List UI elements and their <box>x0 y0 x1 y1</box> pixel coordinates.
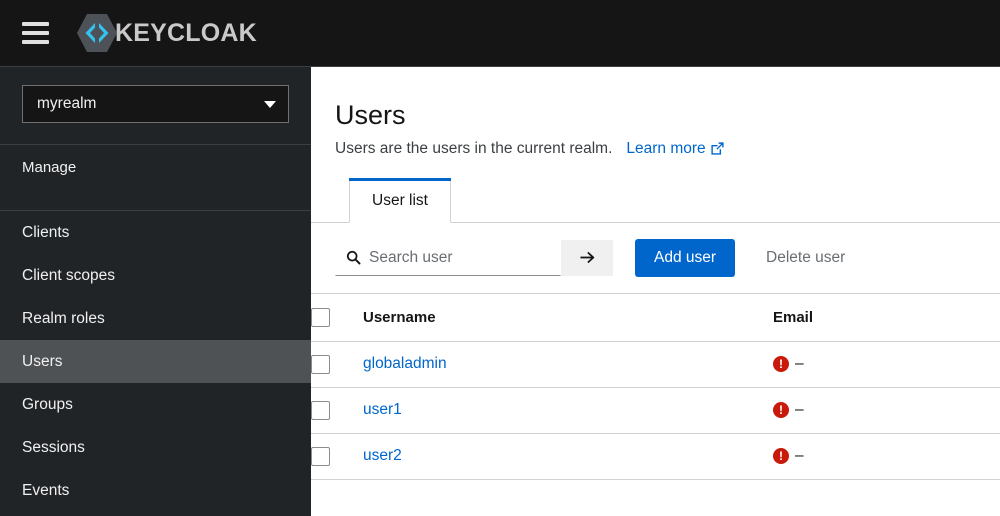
keycloak-admin-console: KEYCLOAK myrealm Manage Clients Client s… <box>0 0 1000 516</box>
main-content: Users Users are the users in the current… <box>311 67 1000 516</box>
user-list-table: Username Email globaladmin <box>311 293 1000 480</box>
table-head: Username Email <box>311 293 1000 341</box>
learn-more-label: Learn more <box>626 140 705 158</box>
table-body: globaladmin ! – <box>311 341 1000 479</box>
toolbar: Add user Delete user <box>311 223 1000 293</box>
user-link[interactable]: user1 <box>363 401 402 418</box>
select-all-cell <box>311 293 363 341</box>
cell-username: user1 <box>363 387 773 433</box>
external-link-icon <box>710 141 725 156</box>
cell-username: user2 <box>363 433 773 479</box>
error-circle-icon: ! <box>773 356 789 372</box>
column-header-username[interactable]: Username <box>363 293 773 341</box>
user-link[interactable]: globaladmin <box>363 355 447 372</box>
email-value: – <box>795 447 804 465</box>
column-header-email[interactable]: Email <box>773 293 1000 341</box>
email-wrapper: ! – <box>773 401 1000 419</box>
cell-email: ! – <box>773 341 1000 387</box>
table-row: user1 ! – <box>311 387 1000 433</box>
chevron-down-icon <box>264 101 276 108</box>
realm-selector-value: myrealm <box>37 95 96 113</box>
learn-more-link[interactable]: Learn more <box>626 140 724 158</box>
table-row: globaladmin ! – <box>311 341 1000 387</box>
row-select-cell <box>311 433 363 479</box>
masthead: KEYCLOAK <box>0 0 1000 67</box>
sidebar-item-client-scopes[interactable]: Client scopes <box>0 254 311 297</box>
search-input[interactable] <box>369 249 552 267</box>
error-circle-icon: ! <box>773 448 789 464</box>
email-value: – <box>795 355 804 373</box>
cell-email: ! – <box>773 433 1000 479</box>
search-submit-button[interactable] <box>561 240 613 276</box>
brand-name: KEYCLOAK <box>115 21 257 46</box>
sidebar-item-realm-roles[interactable]: Realm roles <box>0 297 311 340</box>
page-subtitle-row: Users are the users in the current realm… <box>335 140 1000 158</box>
hamburger-bar <box>22 40 49 44</box>
row-checkbox[interactable] <box>311 355 330 374</box>
brand-logo[interactable]: KEYCLOAK <box>76 13 257 53</box>
error-circle-icon: ! <box>773 402 789 418</box>
tab-bar: User list <box>311 177 1000 223</box>
hamburger-bar <box>22 22 49 26</box>
select-all-checkbox[interactable] <box>311 308 330 327</box>
email-wrapper: ! – <box>773 355 1000 373</box>
hamburger-menu-icon[interactable] <box>12 10 58 56</box>
page-title: Users <box>335 101 1000 131</box>
cell-email: ! – <box>773 387 1000 433</box>
sidebar-item-users[interactable]: Users <box>0 340 311 383</box>
sidebar-item-sessions[interactable]: Sessions <box>0 426 311 469</box>
search-field[interactable] <box>335 240 561 276</box>
sidebar-item-clients[interactable]: Clients <box>0 211 311 254</box>
sidebar-item-events[interactable]: Events <box>0 469 311 512</box>
row-checkbox[interactable] <box>311 401 330 420</box>
sidebar-item-groups[interactable]: Groups <box>0 383 311 426</box>
realm-selector[interactable]: myrealm <box>22 85 289 123</box>
page-header: Users Users are the users in the current… <box>311 67 1000 158</box>
cell-username: globaladmin <box>363 341 773 387</box>
row-select-cell <box>311 341 363 387</box>
sidebar-section-manage: Manage <box>0 145 311 189</box>
keycloak-logo-icon <box>76 13 118 53</box>
row-checkbox[interactable] <box>311 447 330 466</box>
user-link[interactable]: user2 <box>363 447 402 464</box>
app-body: myrealm Manage Clients Client scopes Rea… <box>0 67 1000 516</box>
search-group <box>335 240 613 276</box>
table-row: user2 ! – <box>311 433 1000 479</box>
delete-user-button[interactable]: Delete user <box>753 239 858 277</box>
email-value: – <box>795 401 804 419</box>
row-select-cell <box>311 387 363 433</box>
add-user-button[interactable]: Add user <box>635 239 735 277</box>
email-wrapper: ! – <box>773 447 1000 465</box>
sidebar: myrealm Manage Clients Client scopes Rea… <box>0 67 311 516</box>
tab-user-list[interactable]: User list <box>349 178 451 223</box>
hamburger-bar <box>22 31 49 35</box>
page-description: Users are the users in the current realm… <box>335 140 612 158</box>
search-icon <box>346 250 361 265</box>
table-header-row: Username Email <box>311 293 1000 341</box>
arrow-right-icon <box>579 250 596 265</box>
